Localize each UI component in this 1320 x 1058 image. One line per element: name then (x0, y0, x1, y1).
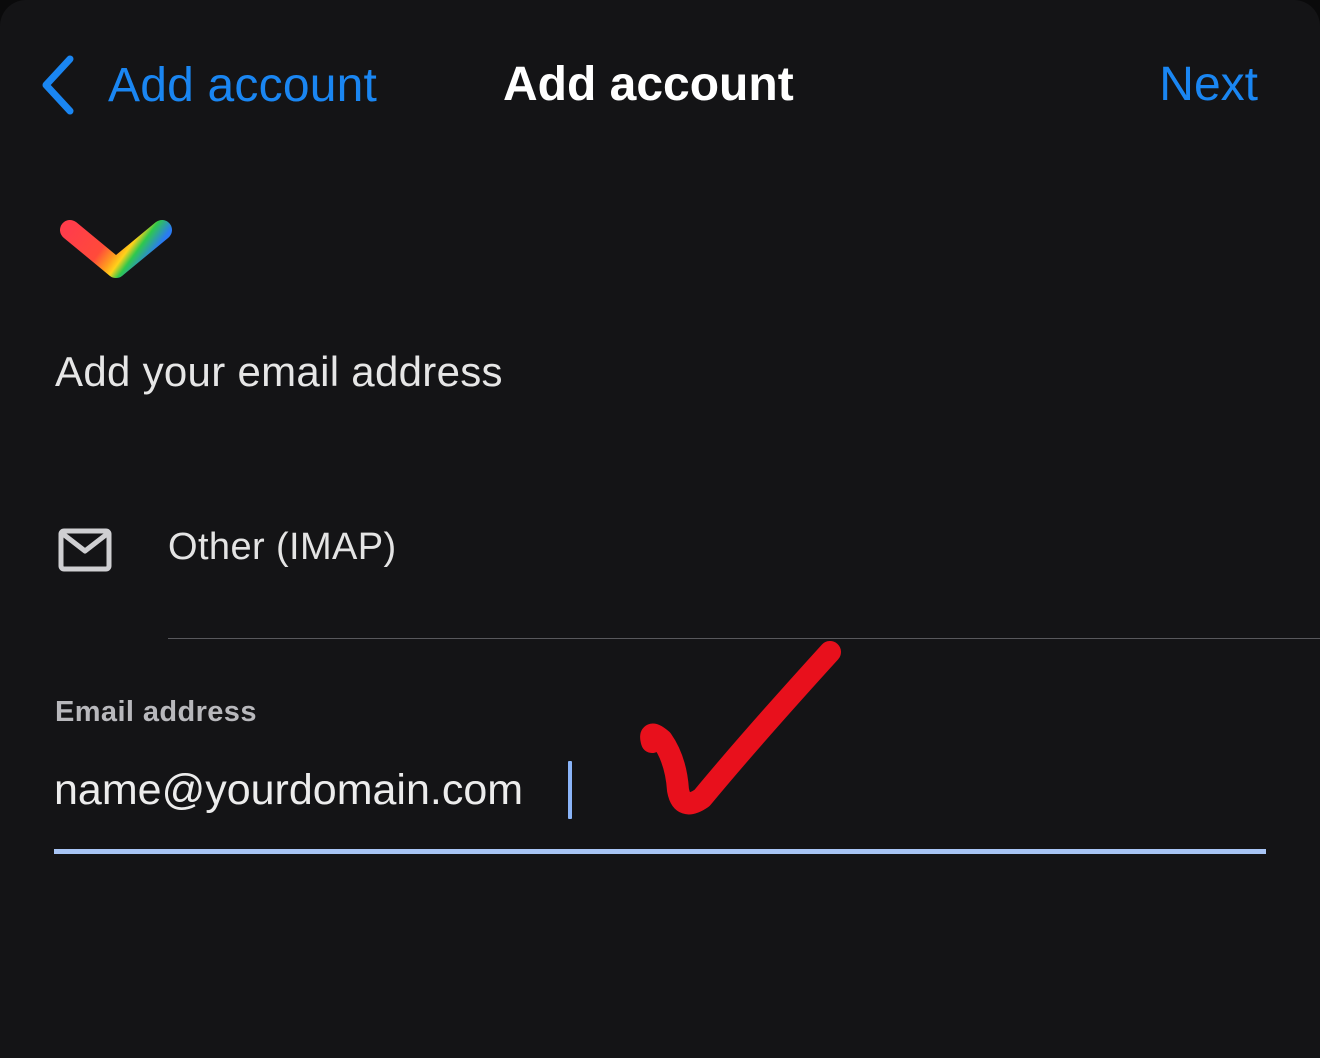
checkmark-icon (630, 630, 850, 825)
chevron-left-icon (38, 53, 78, 117)
email-field-underline (54, 849, 1266, 854)
back-button[interactable]: Add account (38, 52, 377, 118)
envelope-icon (58, 528, 112, 577)
provider-label: Other (IMAP) (168, 526, 397, 568)
next-button[interactable]: Next (1159, 52, 1258, 118)
email-field-label: Email address (55, 696, 257, 728)
text-cursor (568, 761, 572, 819)
add-email-heading: Add your email address (55, 348, 503, 395)
add-account-screen: Add account Add account Next Add your em… (0, 0, 1320, 1058)
gmail-logo-icon (60, 218, 172, 310)
back-button-label: Add account (108, 58, 378, 112)
provider-option-imap[interactable]: Other (IMAP) (0, 500, 1320, 639)
page-title: Add account (503, 58, 794, 111)
